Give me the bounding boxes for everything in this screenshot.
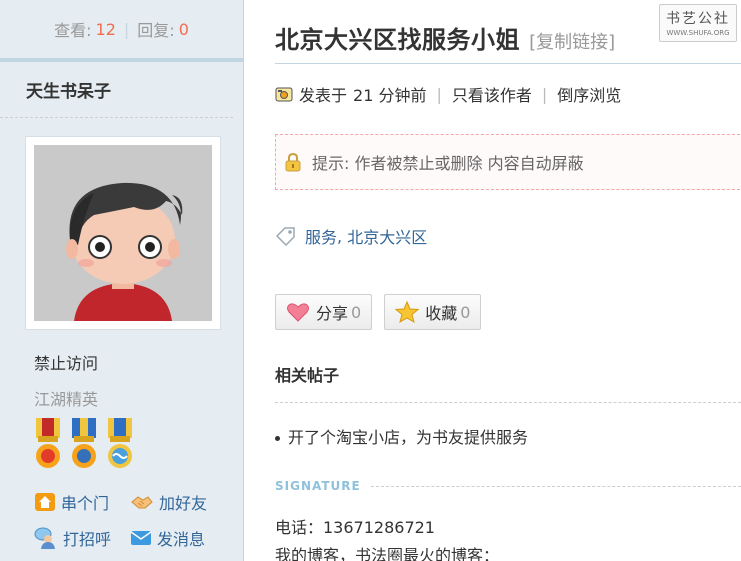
posted-time: 21 分钟前 — [353, 86, 427, 105]
favorite-label: 收藏 — [425, 304, 458, 323]
tag-link[interactable]: 北京大兴区 — [347, 224, 427, 248]
tag-icon — [275, 227, 295, 246]
share-button[interactable]: 分享 0 — [275, 294, 373, 330]
post-status-icon — [275, 87, 293, 102]
heart-icon — [287, 303, 309, 322]
author-username[interactable]: 天生书呆子 — [0, 62, 233, 118]
send-message-label: 发消息 — [157, 530, 206, 549]
thread-title: 北京大兴区找服务小姐 — [275, 26, 520, 54]
favorite-button[interactable]: 收藏 0 — [384, 294, 482, 330]
title-row: 北京大兴区找服务小姐 [复制链接] — [275, 20, 615, 55]
house-icon — [35, 493, 55, 511]
post-action-buttons: 分享 0 收藏 0 — [275, 294, 482, 330]
views-label: 查看: — [54, 21, 92, 40]
author-actions: 串个门 加好友 打招呼 发消息 — [34, 490, 234, 550]
share-count: 0 — [351, 302, 362, 322]
share-label: 分享 — [316, 304, 349, 323]
visit-space-link[interactable]: 串个门 — [34, 490, 130, 514]
title-divider — [275, 63, 741, 64]
copy-link-button[interactable]: [复制链接] — [529, 32, 615, 53]
thread-stats: 查看: 12 | 回复: 0 — [0, 0, 243, 62]
avatar-image — [34, 145, 212, 321]
signature-label: SIGNATURE — [275, 479, 361, 493]
stats-separator: | — [123, 19, 130, 39]
views-count: 12 — [95, 19, 116, 39]
chat-person-icon — [34, 527, 55, 549]
tag-link[interactable]: 服务 — [305, 224, 337, 248]
wave-medal-icon[interactable] — [104, 418, 136, 470]
post-main: 北京大兴区找服务小姐 [复制链接] 书艺公社 WWW.SHUFA.ORG 发表于… — [245, 0, 741, 561]
avatar[interactable] — [25, 136, 221, 330]
only-author-link[interactable]: 只看该作者 — [452, 82, 532, 106]
lock-icon — [285, 152, 301, 172]
blocked-notice: 提示: 作者被禁止或删除 内容自动屏蔽 — [275, 134, 741, 190]
say-hello-label: 打招呼 — [63, 530, 112, 549]
replies-label: 回复: — [137, 21, 175, 40]
star-icon — [395, 301, 420, 323]
logo-text: 书艺公社 — [666, 11, 730, 27]
notice-text: 提示: 作者被禁止或删除 内容自动屏蔽 — [312, 154, 584, 173]
signature-divider: SIGNATURE — [275, 479, 741, 493]
related-posts-title: 相关帖子 — [275, 366, 340, 385]
bullet-icon — [275, 436, 280, 441]
add-friend-link[interactable]: 加好友 — [130, 490, 230, 514]
meta-separator: | — [541, 84, 548, 104]
thread-page: 查看: 12 | 回复: 0 天生书呆子 禁止访问 江湖精英 串个门 加好友 打… — [0, 0, 741, 561]
signature-blog: 我的博客，书法圈最火的博客： — [275, 546, 500, 561]
user-status: 禁止访问 — [34, 354, 99, 373]
add-friend-label: 加好友 — [159, 494, 208, 513]
replies-count: 0 — [178, 19, 189, 39]
related-divider — [275, 402, 741, 403]
logo-url: WWW.SHUFA.ORG — [666, 29, 730, 37]
say-hello-link[interactable]: 打招呼 — [34, 526, 130, 550]
author-sidebar: 查看: 12 | 回复: 0 天生书呆子 禁止访问 江湖精英 串个门 加好友 打… — [0, 0, 244, 561]
blue-medal-icon[interactable] — [68, 418, 100, 470]
gold-medal-icon[interactable] — [32, 418, 64, 470]
user-rank: 江湖精英 — [34, 390, 99, 409]
visit-space-label: 串个门 — [61, 494, 110, 513]
favorite-count: 0 — [460, 302, 471, 322]
reverse-browse-link[interactable]: 倒序浏览 — [557, 82, 621, 106]
post-tags: 服务 , 北京大兴区 — [275, 224, 427, 248]
post-meta: 发表于 21 分钟前 | 只看该作者 | 倒序浏览 — [275, 82, 621, 106]
site-logo[interactable]: 书艺公社 WWW.SHUFA.ORG — [659, 4, 737, 42]
send-message-link[interactable]: 发消息 — [130, 526, 230, 550]
envelope-icon — [130, 531, 152, 545]
meta-separator: | — [436, 84, 442, 104]
handshake-icon — [131, 496, 153, 509]
related-post-text: 开了个淘宝小店，为书友提供服务 — [288, 428, 529, 447]
related-post-link[interactable]: 开了个淘宝小店，为书友提供服务 — [275, 424, 528, 448]
posted-prefix: 发表于 — [299, 86, 348, 105]
signature-phone: 电话：13671286721 — [275, 518, 435, 537]
medal-list — [32, 418, 136, 470]
